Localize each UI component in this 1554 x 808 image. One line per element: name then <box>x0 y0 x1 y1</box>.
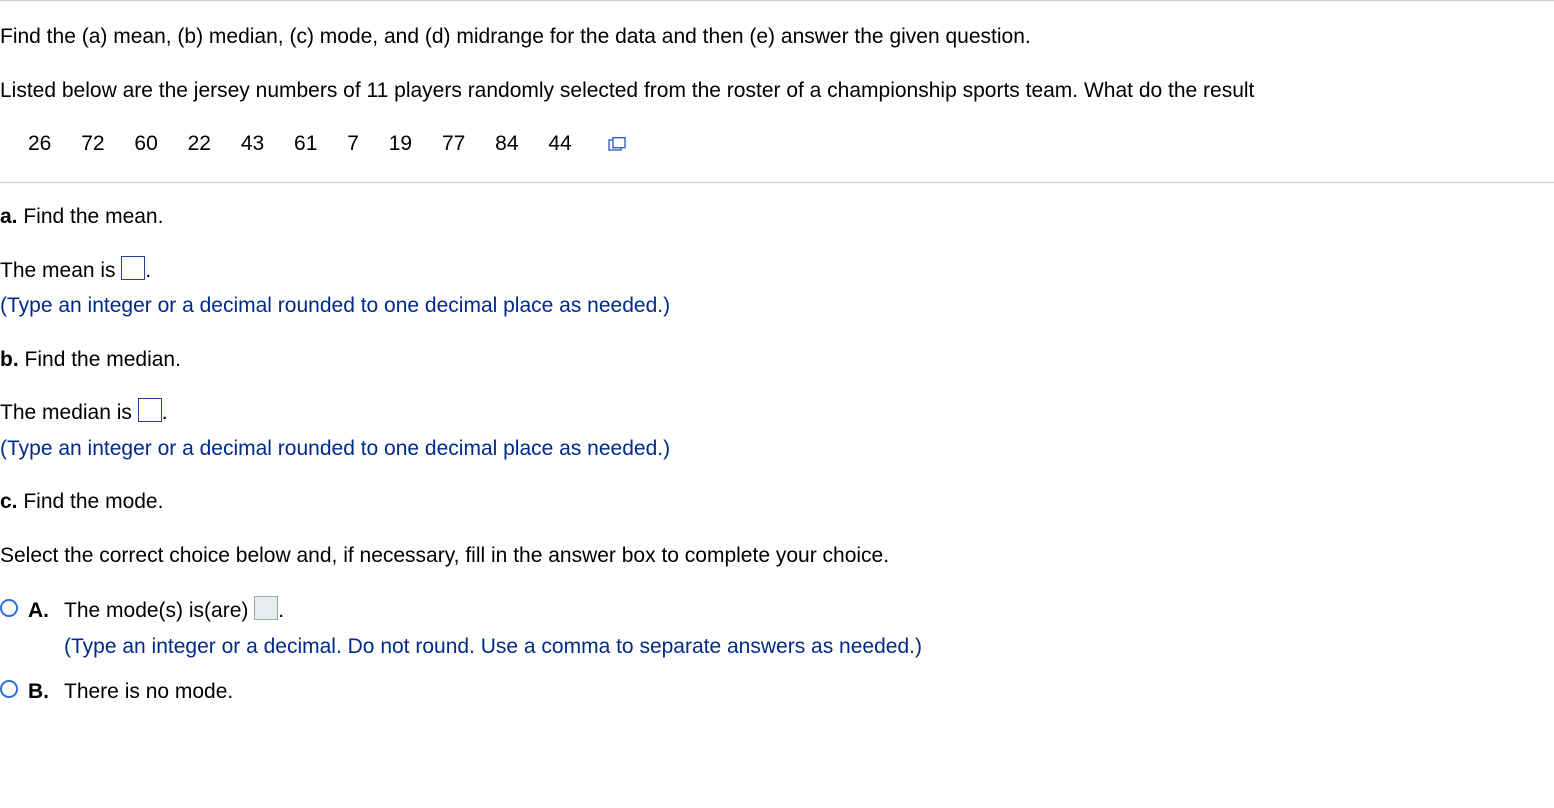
prompt-line-2: Listed below are the jersey numbers of 1… <box>0 75 1554 107</box>
median-input[interactable] <box>138 398 162 422</box>
part-a-answer-line: The mean is . <box>0 255 1554 287</box>
part-a-heading: a. Find the mean. <box>0 201 1554 233</box>
choice-a-text: The mode(s) is(are) . <box>64 595 1554 627</box>
choice-a-suffix: . <box>278 599 284 622</box>
part-b-answer-prefix: The median is <box>0 401 138 424</box>
divider-mid <box>0 182 1554 183</box>
part-c-letter: c. <box>0 490 18 513</box>
choice-b-body: There is no mode. <box>64 676 1554 708</box>
part-c: c. Find the mode. Select the correct cho… <box>0 486 1554 708</box>
part-b: b. Find the median. The median is . (Typ… <box>0 344 1554 465</box>
part-b-title: Find the median. <box>25 348 181 371</box>
part-a-answer-suffix: . <box>145 259 151 282</box>
part-a-hint: (Type an integer or a decimal rounded to… <box>0 290 1554 322</box>
data-value: 84 <box>495 128 518 160</box>
part-a-letter: a. <box>0 205 18 228</box>
part-b-answer-suffix: . <box>162 401 168 424</box>
part-b-answer-line: The median is . <box>0 397 1554 429</box>
choice-a-body: The mode(s) is(are) . (Type an integer o… <box>64 595 1554 662</box>
part-b-hint: (Type an integer or a decimal rounded to… <box>0 433 1554 465</box>
part-b-heading: b. Find the median. <box>0 344 1554 376</box>
choice-b-row: B. There is no mode. <box>0 676 1554 708</box>
data-value: 44 <box>548 128 571 160</box>
part-c-choices: A. The mode(s) is(are) . (Type an intege… <box>0 595 1554 708</box>
question-prompt: Find the (a) mean, (b) median, (c) mode,… <box>0 1 1554 182</box>
copy-icon[interactable] <box>608 129 626 161</box>
choice-b-text: There is no mode. <box>64 680 233 703</box>
choice-b-radio[interactable] <box>0 680 18 698</box>
data-value: 19 <box>389 128 412 160</box>
data-value: 60 <box>134 128 157 160</box>
part-a-answer-prefix: The mean is <box>0 259 121 282</box>
part-b-letter: b. <box>0 348 19 371</box>
choice-a-prefix: The mode(s) is(are) <box>64 599 254 622</box>
choice-b-letter: B. <box>28 676 50 708</box>
data-value: 72 <box>81 128 104 160</box>
choice-a-radio[interactable] <box>0 599 18 617</box>
part-c-heading: c. Find the mode. <box>0 486 1554 518</box>
choice-a-row: A. The mode(s) is(are) . (Type an intege… <box>0 595 1554 662</box>
prompt-line-1: Find the (a) mean, (b) median, (c) mode,… <box>0 21 1554 53</box>
mode-input[interactable] <box>254 596 278 620</box>
data-value: 22 <box>188 128 211 160</box>
data-value: 7 <box>347 128 359 160</box>
data-values-row: 26 72 60 22 43 61 7 19 77 84 44 <box>0 128 1554 176</box>
part-a-title: Find the mean. <box>23 205 163 228</box>
mean-input[interactable] <box>121 256 145 280</box>
question-container: Find the (a) mean, (b) median, (c) mode,… <box>0 0 1554 708</box>
part-a: a. Find the mean. The mean is . (Type an… <box>0 201 1554 322</box>
data-value: 61 <box>294 128 317 160</box>
choice-a-letter: A. <box>28 595 50 627</box>
data-value: 26 <box>28 128 51 160</box>
choice-a-hint: (Type an integer or a decimal. Do not ro… <box>64 631 1554 663</box>
part-c-title: Find the mode. <box>23 490 163 513</box>
data-value: 43 <box>241 128 264 160</box>
part-c-instruction: Select the correct choice below and, if … <box>0 540 1554 572</box>
data-value: 77 <box>442 128 465 160</box>
